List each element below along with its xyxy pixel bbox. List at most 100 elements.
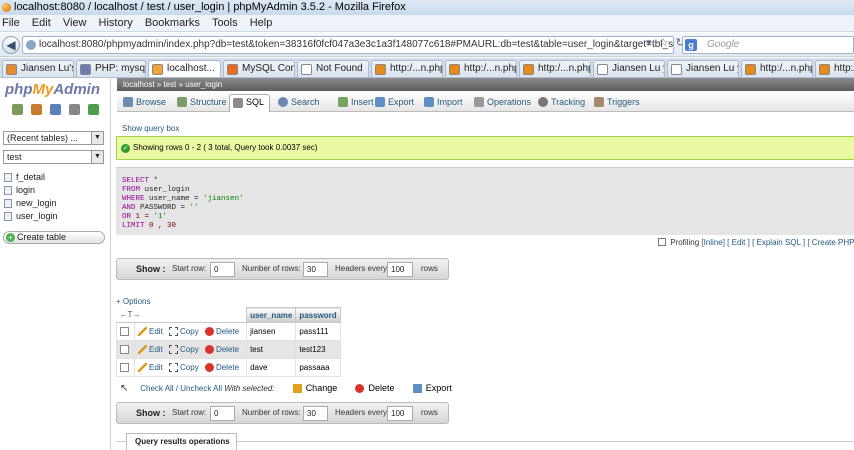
column-header-password[interactable]: password [295, 307, 341, 323]
copy-icon [169, 363, 179, 372]
docs-icon[interactable] [50, 104, 62, 115]
show-button[interactable]: Show : [136, 259, 166, 279]
table-row: Edit Copy Delete dave passaaa [116, 358, 341, 377]
row-checkbox[interactable] [120, 363, 129, 372]
reload-icon[interactable] [88, 104, 100, 115]
sql-icon [233, 98, 243, 108]
query-links[interactable]: [Inline] [ Edit ] [ Explain SQL ] [ Crea… [701, 238, 854, 247]
browser-tab[interactable]: Jiansen Lu y... [593, 60, 665, 77]
show-button[interactable]: Show : [136, 403, 166, 423]
column-header-user-name[interactable]: user_name [246, 307, 297, 323]
number-of-rows-input[interactable]: 30 [303, 262, 328, 277]
triggers-icon [594, 97, 604, 107]
delete-button[interactable]: Delete [204, 345, 239, 354]
table-item-f-detail[interactable]: f_detail [4, 171, 58, 184]
cell-user-name[interactable]: test [246, 340, 297, 359]
browser-tab[interactable]: Jiansen Lu's... [2, 60, 74, 77]
browser-tab[interactable]: http:/...n.php [519, 60, 591, 77]
profiling-checkbox[interactable] [658, 238, 666, 246]
edit-button[interactable]: Edit [138, 363, 163, 372]
menu-view[interactable]: View [63, 17, 87, 29]
edit-button[interactable]: Edit [138, 327, 163, 336]
cell-password[interactable]: pass111 [295, 322, 341, 341]
delete-button[interactable]: Delete [204, 327, 239, 336]
breadcrumb[interactable]: localhost » test » user_login [117, 78, 854, 91]
check-all-link[interactable]: Check All / Uncheck All [140, 384, 222, 393]
tab-label: Jiansen Lu y... [686, 63, 738, 74]
recent-tables-select[interactable]: (Recent tables) ... ▼ [3, 131, 104, 145]
home-icon[interactable] [12, 104, 23, 115]
cell-user-name[interactable]: jiansen [246, 322, 297, 341]
tab-import[interactable]: Import [424, 95, 463, 111]
number-of-rows-input[interactable]: 30 [303, 406, 328, 421]
tab-browse[interactable]: Browse [123, 95, 166, 111]
menu-tools[interactable]: Tools [212, 17, 238, 29]
browser-tab[interactable]: http:/...n.php [445, 60, 517, 77]
table-item-user-login[interactable]: user_login [4, 210, 58, 223]
tab-tracking[interactable]: Tracking [538, 95, 585, 111]
tab-insert[interactable]: Insert [338, 95, 374, 111]
copy-button[interactable]: Copy [169, 363, 199, 372]
row-checkbox[interactable] [120, 345, 129, 354]
url-bar[interactable]: localhost:8080/phpmyadmin/index.php?db=t… [22, 36, 674, 54]
delete-button[interactable]: Delete [204, 363, 239, 372]
menu-file[interactable]: File [2, 17, 20, 29]
tab-sql[interactable]: SQL [229, 94, 271, 112]
delete-selected-button[interactable]: Delete [355, 383, 394, 393]
create-table-button[interactable]: + Create table [3, 231, 105, 244]
edit-button[interactable]: Edit [138, 345, 163, 354]
copy-button[interactable]: Copy [169, 345, 199, 354]
tab-triggers[interactable]: Triggers [594, 95, 640, 111]
success-message: ✓ Showing rows 0 - 2 ( 3 total, Query to… [116, 136, 854, 160]
menu-bookmarks[interactable]: Bookmarks [145, 17, 200, 29]
browser-tab[interactable]: Jiansen Lu y... [667, 60, 739, 77]
tab-search[interactable]: Search [278, 95, 320, 111]
export-selected-button[interactable]: Export [412, 383, 452, 393]
change-button[interactable]: Change [292, 383, 337, 393]
start-row-input[interactable]: 0 [210, 262, 235, 277]
options-link[interactable]: + Options [116, 297, 150, 306]
cell-password[interactable]: passaaa [295, 358, 341, 377]
browser-tab[interactable]: http:/...n.php [371, 60, 443, 77]
start-row-input[interactable]: 0 [210, 406, 235, 421]
copy-button[interactable]: Copy [169, 327, 199, 336]
browser-tab[interactable]: http:/...n.php [815, 60, 854, 77]
search-placeholder: Google [707, 39, 740, 50]
window-title: localhost:8080 / localhost / test / user… [14, 1, 406, 13]
cell-user-name[interactable]: dave [246, 358, 297, 377]
insert-icon [338, 97, 348, 107]
show-query-box-link[interactable]: Show query box [122, 124, 179, 133]
settings-icon[interactable] [69, 104, 81, 115]
cell-password[interactable]: test123 [295, 340, 341, 359]
browser-tab[interactable]: MySQL Con... [223, 60, 295, 77]
tab-operations[interactable]: Operations [474, 95, 531, 111]
back-arrow-icon[interactable]: ◀ [2, 36, 20, 54]
delete-icon [204, 345, 214, 354]
browser-tab[interactable]: http:/...n.php [741, 60, 813, 77]
headers-every-input[interactable]: 100 [387, 406, 413, 421]
browser-tab[interactable]: localhost... [148, 60, 221, 77]
database-select[interactable]: test ▼ [3, 150, 104, 164]
tab-favicon-icon [227, 64, 238, 75]
table-item-new-login[interactable]: new_login [4, 197, 58, 210]
tab-structure[interactable]: Structure [177, 95, 227, 111]
browser-tab[interactable]: Not Found [297, 60, 369, 77]
pencil-icon [138, 363, 147, 372]
phpmyadmin-logo[interactable]: phpMyAdmin [5, 81, 100, 98]
menu-history[interactable]: History [99, 17, 133, 29]
tab-export[interactable]: Export [375, 95, 414, 111]
bookmark-star-icon[interactable]: ☆ [659, 37, 669, 49]
row-checkbox[interactable] [120, 327, 129, 336]
search-input[interactable]: g Google [682, 36, 854, 54]
dropdown-icon[interactable]: ▾ [646, 37, 652, 49]
menu-help[interactable]: Help [250, 17, 273, 29]
menu-edit[interactable]: Edit [32, 17, 51, 29]
sql-window-icon[interactable] [31, 104, 43, 115]
table-item-login[interactable]: login [4, 184, 58, 197]
headers-every-input[interactable]: 100 [387, 262, 413, 277]
sql-line-6: LIMIT 0 , 30 [122, 222, 177, 230]
column-sort-arrows[interactable]: ←T→ [116, 307, 248, 323]
browser-tab[interactable]: PHP: mysql... [76, 60, 146, 77]
sql-query-display[interactable]: SELECT * FROM user_login WHERE user_name… [116, 167, 854, 235]
tab-favicon-icon [6, 64, 17, 75]
